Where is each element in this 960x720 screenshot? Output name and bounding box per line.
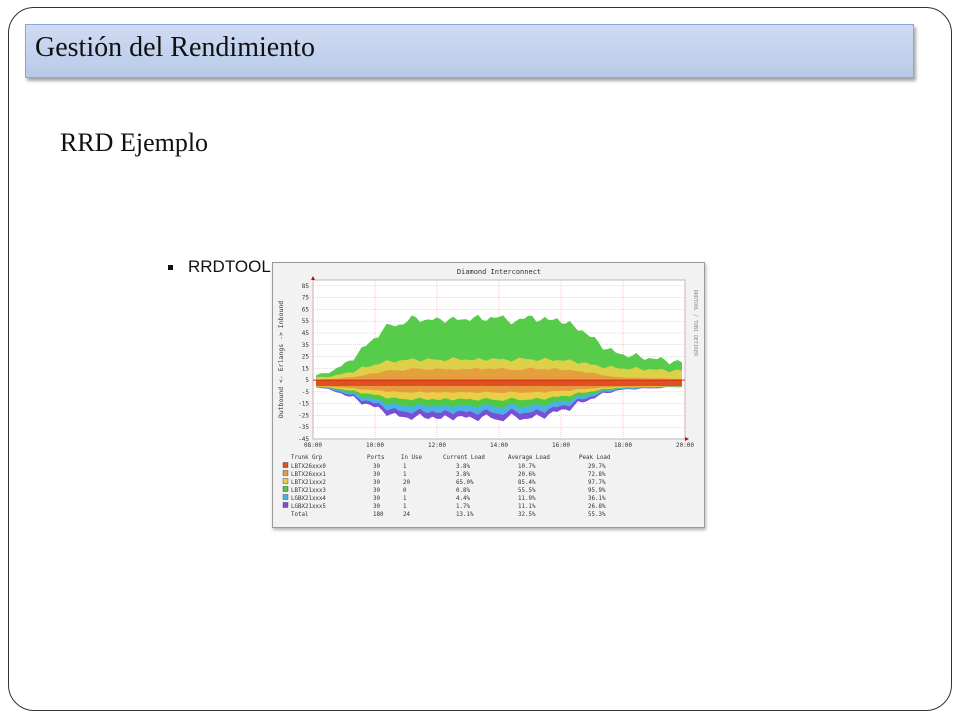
- legend-header: In Use: [401, 455, 422, 461]
- y-tick-label: 45: [302, 330, 310, 337]
- legend-cell: 1: [403, 496, 407, 502]
- y-tick-label: 85: [302, 283, 310, 290]
- legend-cell: 30: [373, 496, 380, 502]
- y-tick-label: 75: [302, 295, 310, 302]
- y-axis-arrow-icon: [311, 276, 315, 280]
- legend-cell: 55.5%: [518, 488, 536, 494]
- x-tick-label: 16:00: [552, 442, 570, 449]
- y-tick-label: 5: [305, 377, 309, 384]
- legend-cell: 1: [403, 464, 407, 470]
- legend-cell: 95.9%: [588, 488, 606, 494]
- legend-cell: LGBX21xxx5: [291, 504, 326, 510]
- legend-cell: LBTX21xxx3: [291, 488, 326, 494]
- x-tick-label: 20:00: [676, 442, 694, 449]
- title-bar: Gestión del Rendimiento: [25, 24, 914, 78]
- legend-cell: 3.8%: [456, 472, 470, 478]
- legend-cell: 13.1%: [456, 512, 474, 518]
- slide-title: Gestión del Rendimiento: [35, 32, 315, 63]
- legend-cell: 29.7%: [588, 464, 606, 470]
- legend-header: Trunk Grp: [291, 455, 323, 461]
- legend-cell: 24: [403, 512, 410, 518]
- legend-cell: 30: [373, 464, 380, 470]
- legend-cell: LBTX26xxx1: [291, 472, 326, 478]
- legend-header: Average Load: [508, 455, 550, 461]
- legend-cell: 180: [373, 512, 384, 518]
- x-axis-arrow-icon: [685, 437, 689, 441]
- bullet-square-icon: [168, 265, 173, 270]
- legend-cell: 1.7%: [456, 504, 470, 510]
- legend-cell: LBTX21xxx2: [291, 480, 326, 486]
- legend-cell: 97.7%: [588, 480, 606, 486]
- legend-header: Ports: [367, 455, 384, 461]
- legend-cell: 20.6%: [518, 472, 536, 478]
- x-tick-label: 08:00: [304, 442, 322, 449]
- legend-cell: 4.4%: [456, 496, 470, 502]
- legend-cell: 10.7%: [518, 464, 536, 470]
- legend-header: Current Load: [443, 455, 485, 461]
- bullet-text: RRDTOOL: [188, 257, 271, 276]
- legend-cell: 65.0%: [456, 480, 474, 486]
- legend-cell: 30: [373, 504, 380, 510]
- legend-cell: 1: [403, 504, 407, 510]
- legend-cell: LGBX21xxx4: [291, 496, 326, 502]
- legend-cell: 26.8%: [588, 504, 606, 510]
- legend-swatch: [282, 462, 289, 468]
- legend-cell: 20: [403, 480, 410, 486]
- legend-cell: 55.3%: [588, 512, 606, 518]
- legend-cell: 0.8%: [456, 488, 470, 494]
- legend-cell: 72.8%: [588, 472, 606, 478]
- slide-subtitle: RRD Ejemplo: [60, 128, 209, 157]
- y-tick-label: 35: [302, 342, 310, 349]
- legend-cell: Total: [291, 512, 308, 518]
- legend-swatch: [282, 478, 289, 484]
- legend-cell: 36.1%: [588, 496, 606, 502]
- legend-cell: 1: [403, 472, 407, 478]
- legend-cell: 85.4%: [518, 480, 536, 486]
- y-tick-label: -5: [302, 389, 310, 396]
- rrd-chart: Diamond Interconnect 85 75 65 55 45 35 25 15 5 -5 -…: [272, 262, 705, 528]
- legend-cell: 30: [373, 488, 380, 494]
- y-axis-label: Outbound <- Erlangs -> Inbound: [277, 301, 285, 418]
- legend-cell: 32.5%: [518, 512, 536, 518]
- area-series-lbtx26xxx0: [316, 380, 682, 386]
- x-tick-label: 14:00: [490, 442, 508, 449]
- x-tick-label: 12:00: [428, 442, 446, 449]
- legend-cell: 30: [373, 480, 380, 486]
- x-tick-label: 10:00: [366, 442, 384, 449]
- chart-title: Diamond Interconnect: [457, 268, 541, 276]
- x-tick-label: 18:00: [614, 442, 632, 449]
- legend-swatch: [282, 486, 289, 492]
- legend-cell: 0: [403, 488, 407, 494]
- legend-cell: 11.9%: [518, 496, 536, 502]
- y-tick-label: -25: [298, 412, 309, 419]
- y-tick-label: 55: [302, 318, 310, 325]
- y-tick-label: 15: [302, 365, 310, 372]
- legend-swatch: [282, 494, 289, 500]
- side-label: RRDTOOL / TOBI OETIKER: [692, 290, 698, 357]
- y-tick-label: -15: [298, 401, 309, 408]
- legend-cell: 30: [373, 472, 380, 478]
- y-tick-label: 25: [302, 354, 310, 361]
- rrd-chart-svg: Diamond Interconnect 85 75 65 55 45 35 25 15 5 -5 -…: [277, 268, 698, 518]
- legend-swatch: [282, 470, 289, 476]
- legend-swatch: [282, 502, 289, 508]
- y-tick-label: 65: [302, 306, 310, 313]
- y-tick-label: -35: [298, 424, 309, 431]
- legend-cell: 11.1%: [518, 504, 536, 510]
- legend-header: Peak Load: [579, 455, 610, 461]
- legend-cell: 3.8%: [456, 464, 470, 470]
- legend-cell: LBTX26xxx0: [291, 464, 326, 470]
